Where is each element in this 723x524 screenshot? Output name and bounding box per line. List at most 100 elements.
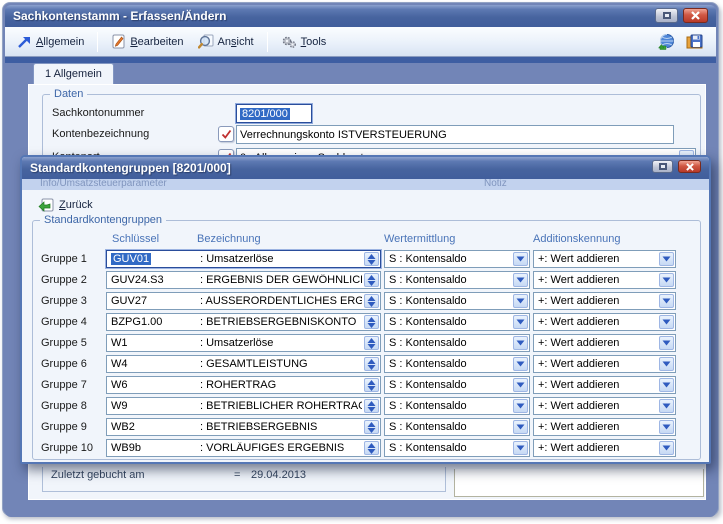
- chevron-down-icon[interactable]: [513, 441, 528, 455]
- additionskennung-select[interactable]: +: Wert addieren: [533, 250, 676, 268]
- dialog-controls: [652, 160, 701, 173]
- additionskennung-select[interactable]: +: Wert addieren: [533, 271, 676, 289]
- spinner-button[interactable]: [364, 378, 379, 392]
- additionskennung-value: +: Wert addieren: [538, 337, 619, 349]
- dialog-close-button[interactable]: [678, 160, 701, 173]
- additionskennung-value: +: Wert addieren: [538, 400, 619, 412]
- dialog-minimize-button[interactable]: [652, 160, 673, 173]
- close-icon: [686, 163, 694, 171]
- schluessel-field[interactable]: WB2 : BETRIEBSERGEBNIS: [106, 418, 381, 436]
- zurueck-button[interactable]: Zurück: [34, 196, 97, 215]
- chevron-down-icon[interactable]: [513, 420, 528, 434]
- schluessel-field[interactable]: BZPG1.00 : BETRIEBSERGEBNISKONTO: [106, 313, 381, 331]
- main-titlebar[interactable]: Sachkontenstamm - Erfassen/Ändern: [5, 5, 716, 27]
- save-icon[interactable]: [686, 33, 704, 50]
- group-label: Gruppe 1: [41, 253, 103, 265]
- chevron-down-icon[interactable]: [513, 252, 528, 266]
- wertermittlung-select[interactable]: S : Kontensaldo: [384, 271, 530, 289]
- dialog-titlebar[interactable]: Standardkontengruppen [8201/000]: [22, 157, 709, 179]
- chevron-down-icon[interactable]: [513, 315, 528, 329]
- additionskennung-select[interactable]: +: Wert addieren: [533, 418, 676, 436]
- wertermittlung-select[interactable]: S : Kontensaldo: [384, 313, 530, 331]
- schluessel-field[interactable]: GUV01 : Umsatzerlöse: [106, 250, 381, 268]
- menu-bearbeiten-label: Bearbeiten: [130, 36, 183, 48]
- chevron-down-icon[interactable]: [513, 294, 528, 308]
- wertermittlung-select[interactable]: S : Kontensaldo: [384, 439, 530, 457]
- spinner-button[interactable]: [364, 357, 379, 371]
- publish-globe-icon[interactable]: [658, 33, 676, 50]
- wertermittlung-select[interactable]: S : Kontensaldo: [384, 376, 530, 394]
- wertermittlung-value: S : Kontensaldo: [389, 421, 467, 433]
- chevron-down-icon[interactable]: [659, 273, 674, 287]
- chevron-down-icon[interactable]: [659, 420, 674, 434]
- notiz-textarea[interactable]: [454, 469, 704, 497]
- wertermittlung-select[interactable]: S : Kontensaldo: [384, 355, 530, 373]
- schluessel-value: GUV01: [111, 253, 151, 265]
- chevron-down-icon[interactable]: [513, 357, 528, 371]
- spinner-button[interactable]: [364, 420, 379, 434]
- chevron-down-icon[interactable]: [659, 294, 674, 308]
- additionskennung-select[interactable]: +: Wert addieren: [533, 397, 676, 415]
- spinner-button[interactable]: [364, 315, 379, 329]
- chevron-down-icon[interactable]: [513, 399, 528, 413]
- chevron-down-icon[interactable]: [659, 336, 674, 350]
- chevron-down-icon[interactable]: [513, 336, 528, 350]
- additionskennung-select[interactable]: +: Wert addieren: [533, 334, 676, 352]
- chevron-down-icon[interactable]: [659, 441, 674, 455]
- chevron-down-icon[interactable]: [513, 378, 528, 392]
- chevron-down-icon[interactable]: [659, 315, 674, 329]
- chevron-down-icon[interactable]: [659, 357, 674, 371]
- spinner-button[interactable]: [364, 441, 379, 455]
- chevron-down-icon[interactable]: [659, 399, 674, 413]
- schluessel-field[interactable]: W1 : Umsatzerlöse: [106, 334, 381, 352]
- group-label: Gruppe 3: [41, 295, 103, 307]
- schluessel-value: GUV24.S3: [111, 274, 200, 286]
- additionskennung-value: +: Wert addieren: [538, 421, 619, 433]
- schluessel-field[interactable]: GUV24.S3 : ERGEBNIS DER GEWÖHNLICHEN GES: [106, 271, 381, 289]
- additionskennung-select[interactable]: +: Wert addieren: [533, 313, 676, 331]
- menu-bearbeiten[interactable]: Bearbeiten: [107, 32, 187, 51]
- wertermittlung-select[interactable]: S : Kontensaldo: [384, 334, 530, 352]
- additionskennung-select[interactable]: +: Wert addieren: [533, 292, 676, 310]
- toolbar-right-icons: [658, 33, 708, 50]
- spinner-button[interactable]: [364, 294, 379, 308]
- chevron-down-icon[interactable]: [513, 273, 528, 287]
- spinner-button[interactable]: [364, 273, 379, 287]
- wertermittlung-select[interactable]: S : Kontensaldo: [384, 250, 530, 268]
- schluessel-field[interactable]: W9 : BETRIEBLICHER ROHERTRAG: [106, 397, 381, 415]
- checkmark-icon[interactable]: [218, 126, 234, 142]
- additionskennung-value: +: Wert addieren: [538, 358, 619, 370]
- minimize-icon: [659, 163, 667, 170]
- wertermittlung-value: S : Kontensaldo: [389, 316, 467, 328]
- header-schluessel: Schlüssel: [106, 233, 197, 245]
- sachkontonummer-input[interactable]: 8201/000: [236, 104, 312, 123]
- menu-tools[interactable]: Tools: [277, 33, 331, 51]
- schluessel-field[interactable]: WB9b : VORLÄUFIGES ERGEBNIS: [106, 439, 381, 457]
- schluessel-field[interactable]: GUV27 : AUSSERORDENTLICHES ERGEBNIS: [106, 292, 381, 310]
- wertermittlung-select[interactable]: S : Kontensaldo: [384, 292, 530, 310]
- tab-allgemein[interactable]: 1 Allgemein: [33, 63, 114, 85]
- spinner-button[interactable]: [364, 252, 379, 266]
- menu-allgemein[interactable]: Allgemein: [13, 33, 88, 51]
- chevron-down-icon[interactable]: [659, 378, 674, 392]
- menu-ansicht-label: Ansicht: [218, 36, 254, 48]
- wertermittlung-value: S : Kontensaldo: [389, 295, 467, 307]
- bezeichnung-value: : VORLÄUFIGES ERGEBNIS: [200, 442, 362, 454]
- kontenbezeichnung-input[interactable]: Verrechnungskonto ISTVERSTEUERUNG: [236, 125, 674, 144]
- close-button[interactable]: [683, 8, 708, 23]
- group-label: Gruppe 4: [41, 316, 103, 328]
- additionskennung-select[interactable]: +: Wert addieren: [533, 355, 676, 373]
- wertermittlung-select[interactable]: S : Kontensaldo: [384, 418, 530, 436]
- additionskennung-select[interactable]: +: Wert addieren: [533, 439, 676, 457]
- wertermittlung-select[interactable]: S : Kontensaldo: [384, 397, 530, 415]
- schluessel-field[interactable]: W6 : ROHERTRAG: [106, 376, 381, 394]
- chevron-down-icon[interactable]: [659, 252, 674, 266]
- schluessel-value: BZPG1.00: [111, 316, 200, 328]
- spinner-button[interactable]: [364, 399, 379, 413]
- kontenbezeichnung-value: Verrechnungskonto ISTVERSTEUERUNG: [240, 129, 447, 141]
- schluessel-field[interactable]: W4 : GESAMTLEISTUNG: [106, 355, 381, 373]
- spinner-button[interactable]: [364, 336, 379, 350]
- minimize-button[interactable]: [655, 8, 678, 23]
- additionskennung-select[interactable]: +: Wert addieren: [533, 376, 676, 394]
- menu-ansicht[interactable]: Ansicht: [194, 32, 258, 51]
